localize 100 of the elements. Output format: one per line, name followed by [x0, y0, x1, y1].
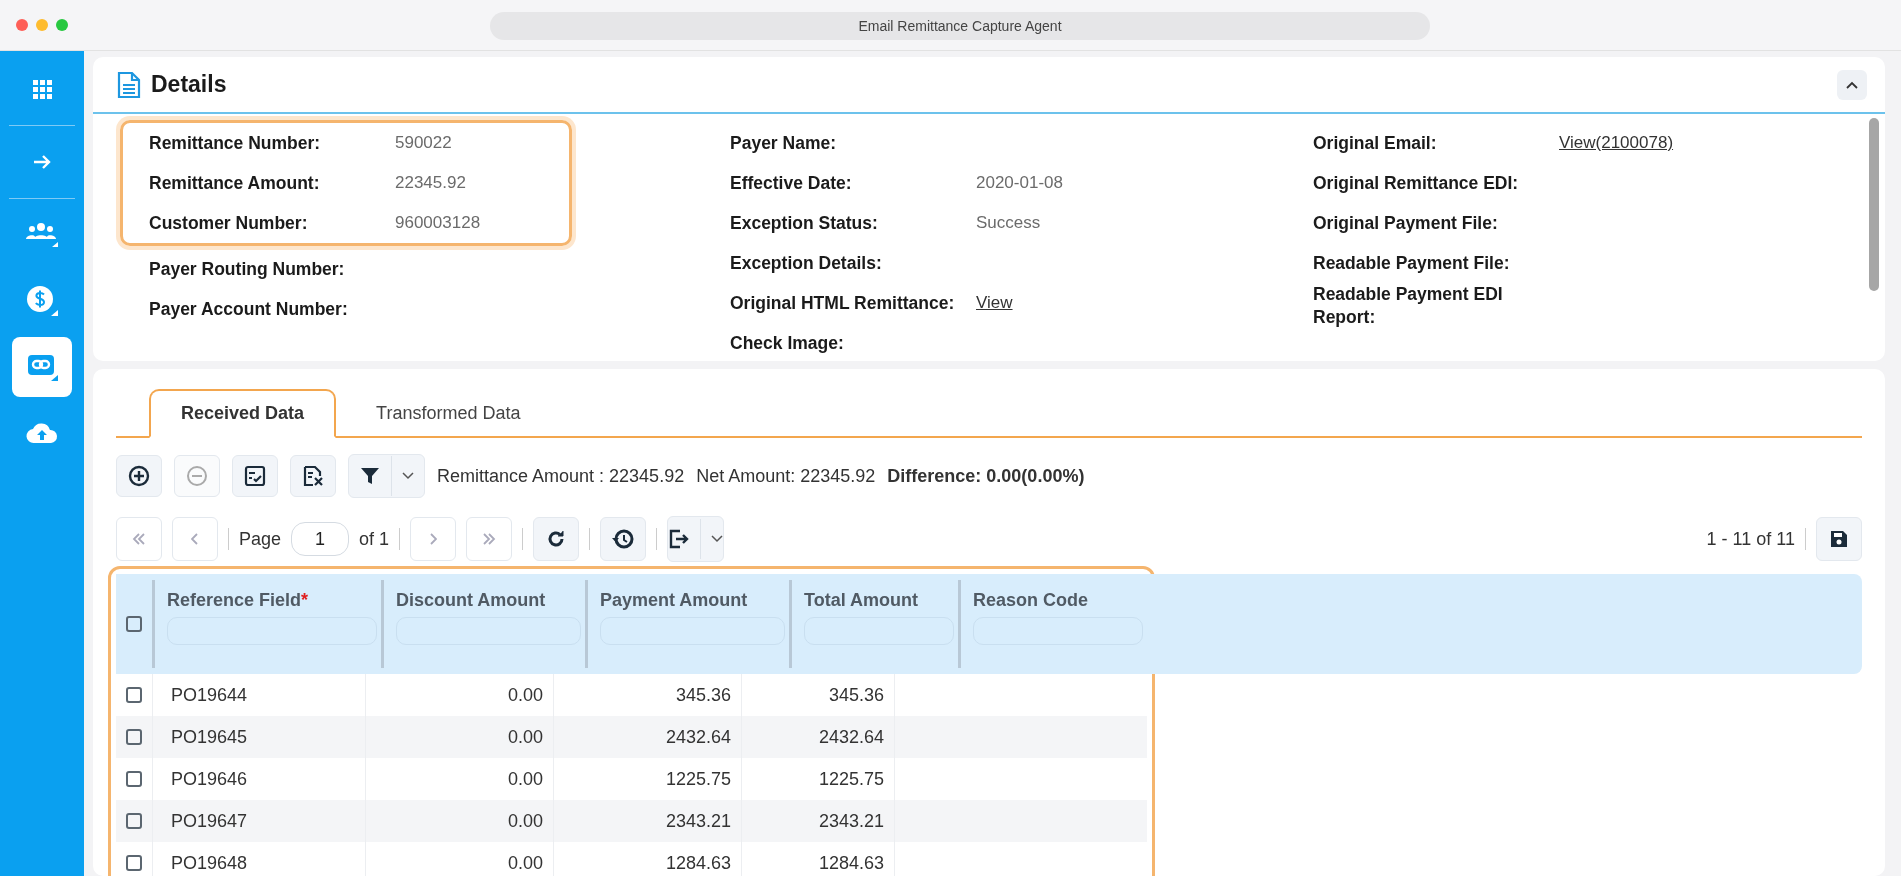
field-label: Original Email:	[1313, 131, 1438, 155]
row-checkbox[interactable]	[126, 813, 142, 829]
table-cell: 1284.63	[818, 852, 884, 874]
refresh-button[interactable]	[533, 517, 580, 561]
row-checkbox[interactable]	[126, 687, 142, 703]
add-button[interactable]	[116, 455, 162, 497]
caret-icon	[711, 535, 724, 543]
apps-grid-icon	[32, 79, 52, 99]
view-link[interactable]: View	[976, 293, 1013, 313]
record-range: 1 - 11 of 11	[1706, 528, 1795, 550]
field-label: Payer Routing Number:	[149, 257, 346, 281]
field-label: Remittance Amount:	[149, 171, 321, 195]
table-cell: 2432.64	[818, 726, 884, 748]
table-cell: PO19646	[171, 768, 248, 790]
table-cell: 2343.21	[818, 810, 884, 832]
checklist-icon	[244, 465, 266, 487]
export-button[interactable]	[667, 516, 725, 562]
row-checkbox[interactable]	[126, 729, 142, 745]
row-checkbox[interactable]	[126, 771, 142, 787]
select-all-checkbox[interactable]	[126, 616, 142, 632]
amount-summary: Remittance Amount : 22345.92	[437, 465, 685, 487]
minimize-light-icon[interactable]	[36, 19, 48, 31]
tab[interactable]: Received Data	[149, 389, 337, 438]
tab[interactable]: Transformed Data	[344, 389, 553, 438]
field-label: Exception Status:	[730, 211, 879, 235]
table-cell: 345.36	[828, 684, 884, 706]
table-cell: 0.00	[507, 852, 543, 874]
field-value: 960003128	[395, 213, 481, 233]
file-cross-icon	[302, 465, 324, 487]
table-cell: 2343.21	[665, 810, 731, 832]
field-label: Check Image:	[730, 331, 845, 355]
filter-icon	[359, 465, 381, 487]
field-label: Original Payment File:	[1313, 211, 1499, 235]
table-cell: 0.00	[507, 684, 543, 706]
filter-button[interactable]	[348, 454, 425, 498]
checklist-button[interactable]	[232, 455, 278, 497]
view-link[interactable]: View(2100078)	[1559, 133, 1674, 153]
table-cell: 0.00	[507, 810, 543, 832]
page-count: of 1	[359, 528, 390, 550]
field-value: 590022	[395, 133, 452, 153]
history-button[interactable]	[600, 517, 647, 561]
caret-icon	[402, 472, 414, 480]
table-cell: 0.00	[507, 726, 543, 748]
chevron-up-icon	[1845, 79, 1859, 90]
chevron-left-icon	[191, 533, 199, 545]
table-cell: PO19647	[171, 810, 248, 832]
double-chevron-left-icon	[132, 533, 146, 545]
scrollbar[interactable]	[1869, 118, 1879, 291]
column-header[interactable]: Reference Field*	[167, 590, 377, 611]
table-cell: PO19645	[171, 726, 248, 748]
column-header[interactable]: Total Amount	[804, 590, 954, 611]
excel-button[interactable]	[290, 455, 336, 497]
page-input[interactable]: 1	[291, 522, 350, 556]
column-header[interactable]: Reason Code	[973, 590, 1143, 611]
people-icon	[25, 220, 59, 250]
export-icon	[668, 528, 691, 550]
window-title: Email Remittance Capture Agent	[490, 12, 1430, 40]
collapse-button[interactable]	[1837, 69, 1867, 100]
field-value: Success	[976, 213, 1041, 233]
plus-circle-icon	[128, 465, 150, 487]
close-light-icon[interactable]	[16, 19, 28, 31]
table-cell: 0.00	[507, 768, 543, 790]
table-cell: 1225.75	[818, 768, 884, 790]
field-label: Payer Name:	[730, 131, 838, 155]
table-cell: PO19644	[171, 684, 248, 706]
dollar-coin-icon	[25, 284, 59, 318]
save-icon	[1829, 529, 1849, 549]
sidebar-item[interactable]	[12, 337, 72, 397]
field-value: 22345.92	[395, 173, 466, 193]
table-cell: 345.36	[675, 684, 731, 706]
column-header[interactable]: Discount Amount	[396, 590, 581, 611]
page-label: Page	[239, 528, 282, 550]
history-icon	[611, 528, 636, 550]
row-checkbox[interactable]	[126, 855, 142, 871]
table-cell: 1284.63	[665, 852, 731, 874]
field-label: Effective Date:	[730, 171, 853, 195]
amount-summary: Net Amount: 22345.92	[696, 465, 876, 487]
field-label: Readable Payment File:	[1313, 251, 1511, 275]
panel-title: Details	[151, 71, 227, 98]
double-chevron-right-icon	[482, 533, 497, 545]
table-cell: 2432.64	[665, 726, 731, 748]
table-cell: PO19648	[171, 852, 248, 874]
field-label: Readable Payment EDI Report:	[1313, 283, 1504, 329]
save-button[interactable]	[1816, 517, 1862, 561]
minus-circle-icon	[186, 465, 208, 487]
refresh-icon	[546, 529, 567, 549]
amount-summary: Difference: 0.00(0.00%)	[887, 465, 1085, 487]
field-label: Exception Details:	[730, 251, 883, 275]
document-icon	[117, 70, 141, 99]
column-header[interactable]: Payment Amount	[600, 590, 785, 611]
field-label: Payer Account Number:	[149, 297, 349, 321]
field-label: Customer Number:	[149, 211, 309, 235]
field-label: Remittance Number:	[149, 131, 322, 155]
field-label: Original HTML Remittance:	[730, 291, 956, 315]
table-cell: 1225.75	[665, 768, 731, 790]
cloud-upload-icon	[26, 421, 58, 445]
field-label: Original Remittance EDI:	[1313, 171, 1520, 195]
zoom-light-icon[interactable]	[56, 19, 68, 31]
field-value: 2020-01-08	[976, 173, 1063, 193]
chevron-right-icon	[429, 533, 438, 545]
